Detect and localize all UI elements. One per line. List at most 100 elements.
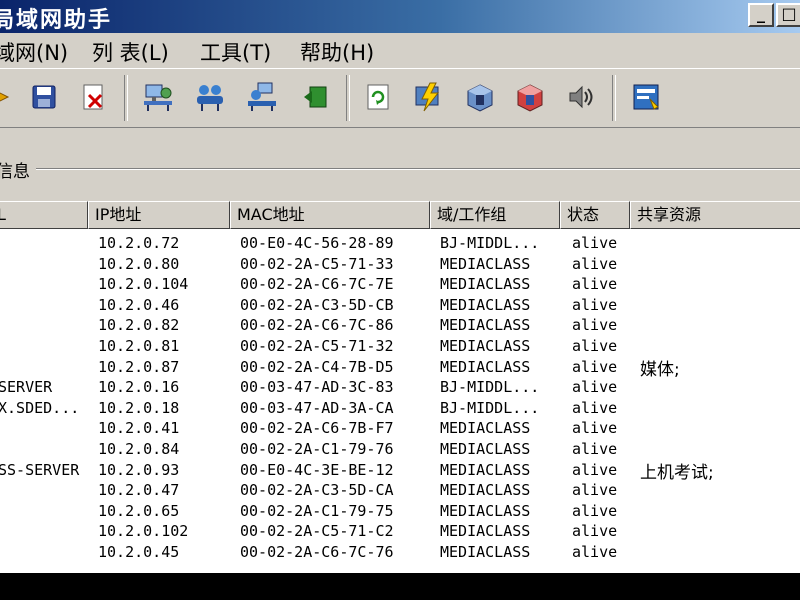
group-label: 信息 bbox=[0, 157, 36, 182]
table-row[interactable]: 10.2.0.72 00-E0-4C-56-28-89 BJ-MIDDL... ali… bbox=[0, 233, 800, 254]
cell-status: alive bbox=[572, 460, 618, 479]
cell-group: MEDIACLASS bbox=[440, 501, 531, 520]
table-row[interactable]: 10.2.0.80 00-02-2A-C5-71-33 MEDIACLASS aliv… bbox=[0, 254, 800, 275]
cell-mac: 00-02-2A-C4-7B-D5 bbox=[240, 357, 394, 376]
cell-mac: 00-03-47-AD-3C-83 bbox=[240, 378, 394, 397]
menu-help[interactable]: 帮助(H) bbox=[300, 37, 374, 67]
table-row[interactable]: 10.2.0.104 00-02-2A-C6-7C-7E MEDIACLASS ali… bbox=[0, 274, 800, 295]
table-row[interactable]: 10.2.0.65 00-02-2A-C1-79-75 MEDIACLASS aliv… bbox=[0, 501, 800, 522]
flash-icon[interactable] bbox=[410, 79, 446, 115]
network-computer-icon[interactable] bbox=[140, 79, 176, 115]
cell-group: MEDIACLASS bbox=[440, 481, 531, 500]
cell-mac: 00-03-47-AD-3A-CA bbox=[240, 398, 394, 417]
cell-ip: 10.2.0.81 bbox=[98, 337, 180, 355]
properties-icon[interactable] bbox=[628, 79, 664, 115]
list-header: L IP地址 MAC地址 域/工作组 状态 共享资源 bbox=[0, 201, 800, 229]
cell-ip: 10.2.0.16 bbox=[98, 378, 180, 397]
table-row[interactable]: 10.2.0.87 00-02-2A-C4-7B-D5 MEDIACLASS aliv… bbox=[0, 357, 800, 378]
info-group: 信息 bbox=[0, 157, 800, 182]
table-row[interactable]: 10.2.0.102 00-02-2A-C5-71-C2 MEDIACLASS ali… bbox=[0, 521, 800, 542]
cell-group: MEDIACLASS bbox=[440, 357, 531, 376]
cell-name: X.SDED... bbox=[0, 398, 80, 417]
cell-status: alive bbox=[572, 419, 618, 438]
column-mac-header[interactable]: MAC地址 bbox=[230, 201, 430, 229]
refresh-icon[interactable] bbox=[360, 79, 396, 115]
share-label: 媒体; bbox=[640, 359, 680, 380]
network-scan-icon[interactable] bbox=[244, 79, 280, 115]
cell-ip: 10.2.0.18 bbox=[98, 398, 180, 417]
table-row[interactable]: 10.2.0.45 00-02-2A-C6-7C-76 MEDIACLASS aliv… bbox=[0, 542, 800, 563]
cell-ip: 10.2.0.102 bbox=[98, 522, 189, 541]
window-body: 域网(N) 列 表(L) 工具(T) 帮助(H) 信息 IP地址 MAC地址 域… bbox=[0, 33, 800, 573]
table-row[interactable]: 10.2.0.46 00-02-2A-C3-5D-CB MEDIACLASS aliv… bbox=[0, 295, 800, 316]
cell-ip: 10.2.0.84 bbox=[98, 440, 180, 458]
export-icon[interactable] bbox=[298, 79, 334, 115]
cell-ip: 10.2.0.46 bbox=[98, 295, 180, 314]
cell-mac: 00-02-2A-C6-7C-76 bbox=[240, 543, 394, 561]
save-icon[interactable] bbox=[26, 79, 62, 115]
cell-status: alive bbox=[572, 378, 618, 397]
cell-status: alive bbox=[572, 357, 618, 376]
table-row[interactable]: 10.2.0.84 00-02-2A-C1-79-76 MEDIACLASS aliv… bbox=[0, 439, 800, 460]
toolbar bbox=[0, 68, 800, 128]
cell-mac: 00-02-2A-C6-7C-86 bbox=[240, 316, 394, 335]
cell-ip: 10.2.0.104 bbox=[98, 275, 189, 294]
network-users-icon[interactable] bbox=[192, 79, 228, 115]
menu-list[interactable]: 列 表(L) bbox=[92, 37, 169, 67]
cell-status: alive bbox=[572, 295, 618, 314]
cell-mac: 00-02-2A-C1-79-76 bbox=[240, 440, 394, 458]
table-row[interactable]: X.SDED... 10.2.0.18 00-03-47-AD-3A-CA BJ-MI… bbox=[0, 398, 800, 419]
cell-ip: 10.2.0.87 bbox=[98, 357, 180, 376]
menu-network[interactable]: 域网(N) bbox=[0, 37, 68, 67]
cell-ip: 10.2.0.41 bbox=[98, 419, 180, 438]
cell-status: alive bbox=[572, 275, 618, 294]
column-name-header[interactable]: L bbox=[0, 201, 88, 229]
cell-mac: 00-02-2A-C5-71-C2 bbox=[240, 522, 394, 541]
cell-status: alive bbox=[572, 316, 618, 335]
cell-group: MEDIACLASS bbox=[440, 337, 531, 355]
column-status-header[interactable]: 状态 bbox=[560, 201, 630, 229]
minimize-button[interactable]: _ bbox=[748, 3, 774, 27]
cell-ip: 10.2.0.72 bbox=[98, 234, 180, 252]
cell-group: MEDIACLASS bbox=[440, 460, 531, 479]
cell-name: SERVER bbox=[0, 378, 53, 397]
cell-status: alive bbox=[572, 398, 618, 417]
group-divider bbox=[0, 168, 800, 170]
table-row[interactable]: SERVER 10.2.0.16 00-03-47-AD-3C-83 BJ-MIDDL… bbox=[0, 377, 800, 398]
table-row[interactable]: 10.2.0.82 00-02-2A-C6-7C-86 MEDIACLASS aliv… bbox=[0, 315, 800, 336]
cube-icon[interactable] bbox=[462, 79, 498, 115]
cell-ip: 10.2.0.82 bbox=[98, 316, 180, 335]
table-row[interactable]: 10.2.0.41 00-02-2A-C6-7B-F7 MEDIACLASS aliv… bbox=[0, 418, 800, 439]
menu-tools[interactable]: 工具(T) bbox=[200, 37, 271, 67]
delete-icon[interactable] bbox=[76, 79, 112, 115]
column-group-header[interactable]: 域/工作组 bbox=[430, 201, 560, 229]
cell-mac: 00-E0-4C-56-28-89 bbox=[240, 234, 394, 252]
column-ip-header[interactable]: IP地址 bbox=[88, 201, 230, 229]
cell-group: MEDIACLASS bbox=[440, 419, 531, 438]
speaker-icon[interactable] bbox=[562, 79, 598, 115]
cell-group: MEDIACLASS bbox=[440, 254, 531, 273]
cell-mac: 00-02-2A-C5-71-32 bbox=[240, 337, 394, 355]
cell-ip: 10.2.0.65 bbox=[98, 501, 180, 520]
cell-group: MEDIACLASS bbox=[440, 316, 531, 335]
cell-group: MEDIACLASS bbox=[440, 543, 531, 561]
maximize-button[interactable]: □ bbox=[776, 3, 800, 27]
cell-mac: 00-E0-4C-3E-BE-12 bbox=[240, 460, 394, 479]
column-share-header[interactable]: 共享资源 bbox=[630, 201, 800, 229]
cell-group: BJ-MIDDL... bbox=[440, 398, 540, 417]
cell-mac: 00-02-2A-C6-7B-F7 bbox=[240, 419, 394, 438]
cell-ip: 10.2.0.47 bbox=[98, 481, 180, 500]
table-row[interactable]: 10.2.0.47 00-02-2A-C3-5D-CA MEDIACLASS aliv… bbox=[0, 480, 800, 501]
cell-mac: 00-02-2A-C5-71-33 bbox=[240, 254, 394, 273]
cell-status: alive bbox=[572, 481, 618, 500]
share-label: 上机考试; bbox=[640, 462, 714, 483]
cell-mac: 00-02-2A-C6-7C-7E bbox=[240, 275, 394, 294]
cube-alt-icon[interactable] bbox=[512, 79, 548, 115]
cell-mac: 00-02-2A-C3-5D-CB bbox=[240, 295, 394, 314]
host-list[interactable]: L IP地址 MAC地址 域/工作组 状态 共享资源 10.2.0.72 00-E… bbox=[0, 201, 800, 573]
menu-bar: 域网(N) 列 表(L) 工具(T) 帮助(H) bbox=[0, 33, 800, 65]
cell-ip: 10.2.0.93 bbox=[98, 460, 180, 479]
arrow-icon[interactable] bbox=[0, 79, 18, 115]
cell-status: alive bbox=[572, 254, 618, 273]
table-row[interactable]: 10.2.0.81 00-02-2A-C5-71-32 MEDIACLASS aliv… bbox=[0, 336, 800, 357]
